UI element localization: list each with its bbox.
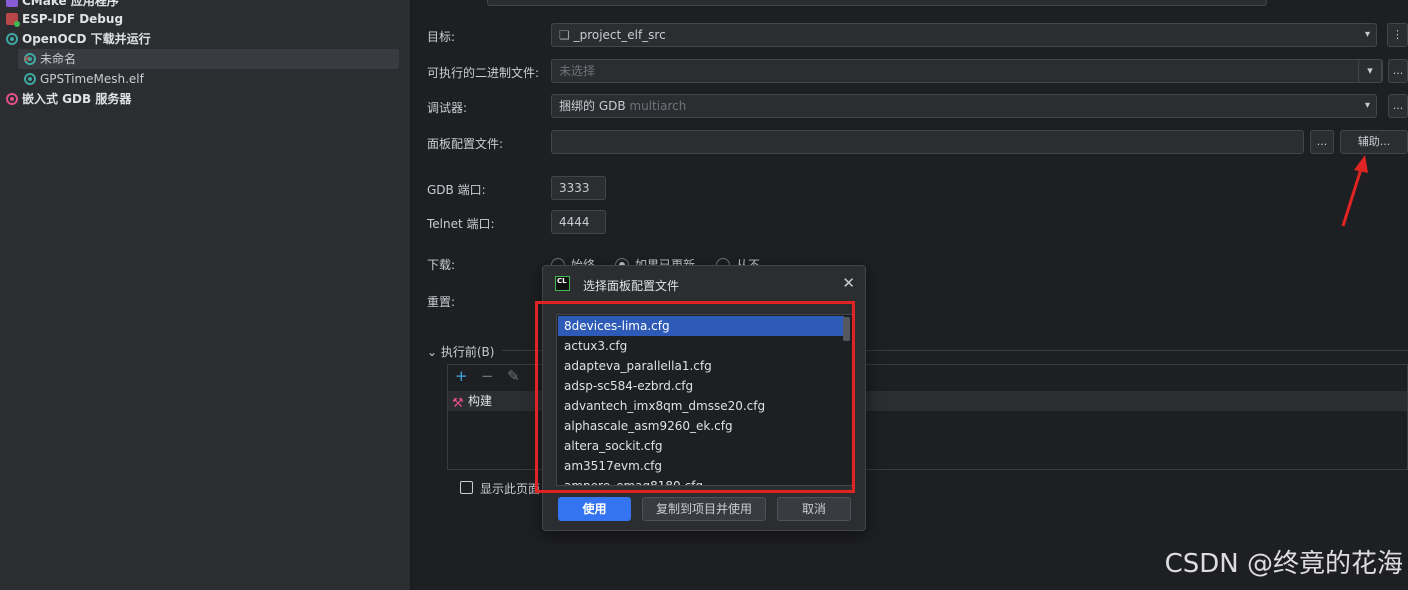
debugger-browse-button[interactable]: ... xyxy=(1388,94,1408,118)
target-icon: ❏ xyxy=(559,28,574,42)
executable-label: 可执行的二进制文件: xyxy=(427,66,540,80)
chip-icon xyxy=(6,93,18,105)
gear-error-icon: ✕ xyxy=(23,53,36,65)
debugger-value: 捆绑的 GDB xyxy=(559,99,626,113)
list-scrollbar[interactable] xyxy=(843,317,850,341)
cancel-button[interactable]: 取消 xyxy=(777,497,851,521)
target-value: _project_elf_src xyxy=(573,28,666,42)
show-page-label: 显示此页面 xyxy=(480,482,541,496)
target-select[interactable]: ❏ _project_elf_src ▾ xyxy=(551,23,1377,47)
more-button[interactable]: ⋮ xyxy=(1387,23,1408,47)
tree-item-unnamed[interactable]: ✕ 未命名 xyxy=(18,49,399,69)
before-launch-toggle[interactable]: ⌄ 执行前(B) xyxy=(427,343,494,360)
list-item[interactable]: adapteva_parallella1.cfg xyxy=(558,356,844,376)
tree-item-label: OpenOCD 下载并运行 xyxy=(22,32,151,46)
tree-item-label: 未命名 xyxy=(40,52,77,66)
target-label: 目标: xyxy=(427,30,456,44)
debugger-select[interactable]: 捆绑的 GDB multiarch ▾ xyxy=(551,94,1377,118)
tree-item-label: 嵌入式 GDB 服务器 xyxy=(22,92,132,106)
tree-item-label: CMake 应用程序 xyxy=(22,0,119,8)
gear-icon xyxy=(6,33,18,45)
config-file-list[interactable]: 8devices-lima.cfg actux3.cfg adapteva_pa… xyxy=(556,314,854,486)
chevron-down-icon: ▾ xyxy=(1364,29,1370,40)
board-browse-button[interactable]: ... xyxy=(1310,130,1334,154)
add-icon[interactable]: + xyxy=(455,367,468,385)
before-launch-item-label: 构建 xyxy=(468,394,493,408)
cmake-icon xyxy=(6,0,18,7)
board-config-field[interactable] xyxy=(551,130,1304,154)
list-item[interactable]: ampere_emag8180.cfg xyxy=(558,476,844,485)
debugger-label: 调试器: xyxy=(427,101,468,115)
bug-icon xyxy=(6,13,20,27)
tree-item-embedded-gdb[interactable]: 嵌入式 GDB 服务器 xyxy=(6,89,131,109)
gear-icon xyxy=(24,73,36,85)
tree-item-gpstimemesh[interactable]: GPSTimeMesh.elf xyxy=(24,69,144,89)
tree-item-esp-idf-debug[interactable]: ESP-IDF Debug xyxy=(6,9,123,29)
list-item[interactable]: actux3.cfg xyxy=(558,336,844,356)
run-config-tree: CMake 应用程序 ESP-IDF Debug OpenOCD 下载并运行 ✕… xyxy=(0,0,411,590)
telnet-port-label: Telnet 端口: xyxy=(427,217,495,231)
board-config-dialog: CL 选择面板配置文件 ✕ 8devices-lima.cfg actux3.c… xyxy=(542,265,866,531)
gdb-port-input[interactable]: 3333 xyxy=(551,176,606,200)
edit-icon[interactable]: ✎ xyxy=(507,367,520,385)
close-icon[interactable]: ✕ xyxy=(842,274,855,292)
executable-browse-button[interactable]: ... xyxy=(1388,59,1408,83)
list-item[interactable]: altera_sockit.cfg xyxy=(558,436,844,456)
dialog-title: 选择面板配置文件 xyxy=(583,279,680,293)
name-field[interactable] xyxy=(487,0,1267,6)
list-item[interactable]: alphascale_asm9260_ek.cfg xyxy=(558,416,844,436)
hammer-icon: ⚒ xyxy=(452,396,464,411)
list-item[interactable]: advantech_imx8qm_dmsse20.cfg xyxy=(558,396,844,416)
assist-button[interactable]: 辅助... xyxy=(1340,130,1408,154)
use-button[interactable]: 使用 xyxy=(558,497,631,521)
watermark: CSDN @终竟的花海 xyxy=(1164,549,1403,579)
tree-item-openocd[interactable]: OpenOCD 下载并运行 xyxy=(6,29,151,49)
board-config-label: 面板配置文件: xyxy=(427,137,504,151)
tree-item-label: GPSTimeMesh.elf xyxy=(40,72,144,86)
list-item[interactable]: adsp-sc584-ezbrd.cfg xyxy=(558,376,844,396)
reset-label: 重置: xyxy=(427,295,456,309)
telnet-port-input[interactable]: 4444 xyxy=(551,210,606,234)
clion-logo-icon: CL xyxy=(555,276,570,291)
copy-to-project-button[interactable]: 复制到项目并使用 xyxy=(642,497,766,521)
list-item[interactable]: 8devices-lima.cfg xyxy=(558,316,844,336)
debugger-suffix: multiarch xyxy=(629,99,687,113)
download-label: 下载: xyxy=(427,258,456,272)
before-launch-label: 执行前(B) xyxy=(440,345,495,359)
tree-item-label: ESP-IDF Debug xyxy=(22,12,124,26)
executable-placeholder: 未选择 xyxy=(559,64,596,78)
remove-icon[interactable]: − xyxy=(481,367,494,385)
executable-dropdown-button[interactable]: ▾ xyxy=(1358,59,1382,83)
gdb-port-label: GDB 端口: xyxy=(427,183,486,197)
chevron-down-icon: ▾ xyxy=(1364,100,1370,111)
list-item[interactable]: am3517evm.cfg xyxy=(558,456,844,476)
show-page-checkbox[interactable] xyxy=(460,481,473,494)
chevron-down-icon: ⌄ xyxy=(427,345,441,359)
executable-select[interactable]: 未选择 xyxy=(551,59,1383,83)
